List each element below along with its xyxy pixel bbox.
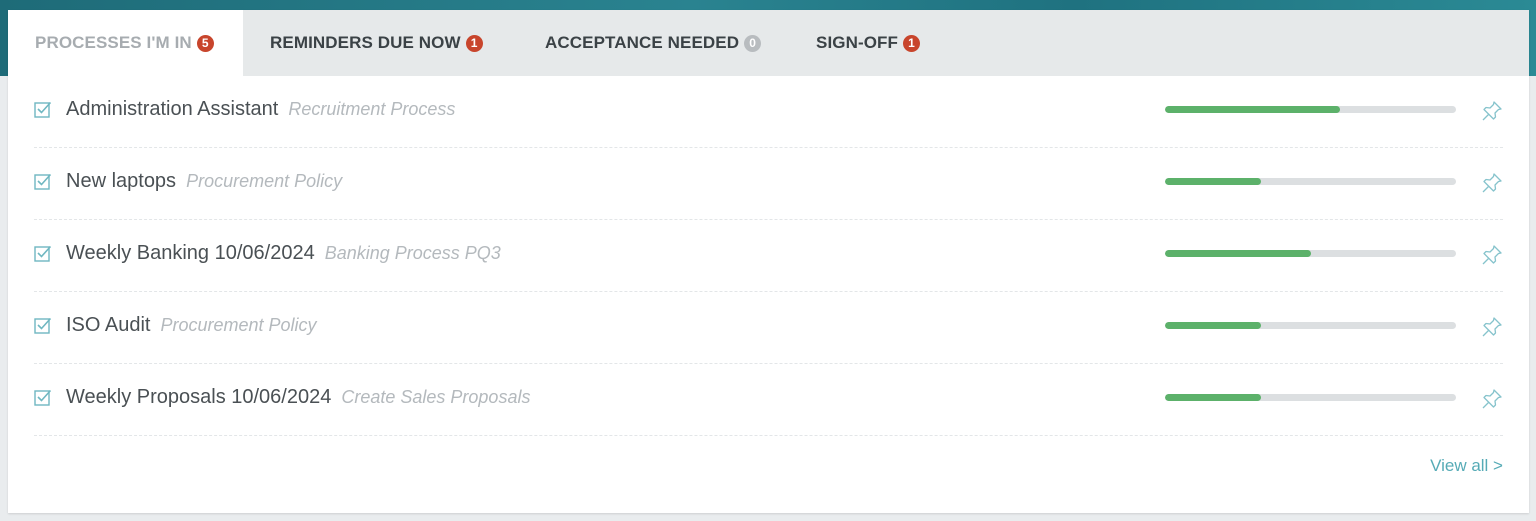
process-title: Weekly Proposals 10/06/2024 Create Sales …	[66, 386, 530, 409]
tab-reminders-due-now[interactable]: REMINDERS DUE NOW 1	[243, 10, 518, 76]
tab-label: REMINDERS DUE NOW	[270, 33, 461, 52]
tab-label: PROCESSES I'M IN	[35, 33, 192, 52]
process-name[interactable]: Weekly Banking 10/06/2024	[66, 242, 315, 264]
tab-processes-im-in[interactable]: PROCESSES I'M IN 5	[8, 10, 243, 76]
process-type: Procurement Policy	[160, 315, 317, 335]
progress-bar	[1165, 178, 1456, 185]
pin-icon[interactable]	[1481, 100, 1503, 122]
progress-bar	[1165, 322, 1456, 329]
view-all-link[interactable]: View all >	[1430, 456, 1503, 476]
list-item[interactable]: New laptops Procurement Policy	[34, 148, 1503, 220]
progress-bar	[1165, 106, 1456, 113]
checkbox-icon	[34, 245, 52, 262]
process-name[interactable]: ISO Audit	[66, 314, 151, 336]
tab-label: ACCEPTANCE NEEDED	[545, 33, 740, 52]
process-name[interactable]: Administration Assistant	[66, 98, 278, 120]
checkbox-icon	[34, 317, 52, 334]
tab-sign-off[interactable]: SIGN-OFF 1	[789, 10, 949, 76]
checkbox-icon	[34, 389, 52, 406]
tab-acceptance-needed[interactable]: ACCEPTANCE NEEDED 0	[518, 10, 789, 76]
progress-bar	[1165, 250, 1456, 257]
process-type: Banking Process PQ3	[324, 243, 501, 263]
progress-fill	[1165, 250, 1311, 257]
list-item[interactable]: Weekly Proposals 10/06/2024 Create Sales …	[34, 364, 1503, 436]
progress-bar	[1165, 394, 1456, 401]
progress-fill	[1165, 178, 1262, 185]
count-badge: 5	[196, 34, 214, 52]
process-title: New laptops Procurement Policy	[66, 170, 342, 193]
tab-label: SIGN-OFF	[816, 33, 899, 52]
process-title: Weekly Banking 10/06/2024 Banking Process…	[66, 242, 501, 265]
progress-fill	[1165, 322, 1262, 329]
process-title: ISO Audit Procurement Policy	[66, 314, 317, 337]
process-type: Recruitment Process	[288, 99, 456, 119]
count-badge: 0	[744, 34, 762, 52]
pin-icon[interactable]	[1481, 388, 1503, 410]
checkbox-icon	[34, 173, 52, 190]
count-badge: 1	[465, 34, 483, 52]
process-type: Create Sales Proposals	[341, 387, 531, 407]
pin-icon[interactable]	[1481, 316, 1503, 338]
tab-bar: PROCESSES I'M IN 5 REMINDERS DUE NOW 1 A…	[8, 10, 1529, 76]
pin-icon[interactable]	[1481, 172, 1503, 194]
progress-fill	[1165, 394, 1262, 401]
list-item[interactable]: ISO Audit Procurement Policy	[34, 292, 1503, 364]
pin-icon[interactable]	[1481, 244, 1503, 266]
checkbox-icon	[34, 101, 52, 118]
list-item[interactable]: Weekly Banking 10/06/2024 Banking Process…	[34, 220, 1503, 292]
process-list: Administration Assistant Recruitment Proc…	[34, 76, 1503, 436]
progress-fill	[1165, 106, 1340, 113]
process-name[interactable]: New laptops	[66, 170, 176, 192]
process-type: Procurement Policy	[186, 171, 343, 191]
process-name[interactable]: Weekly Proposals 10/06/2024	[66, 386, 331, 408]
process-title: Administration Assistant Recruitment Proc…	[66, 98, 455, 121]
processes-panel: PROCESSES I'M IN 5 REMINDERS DUE NOW 1 A…	[8, 10, 1529, 513]
count-badge: 1	[903, 34, 921, 52]
list-item[interactable]: Administration Assistant Recruitment Proc…	[34, 76, 1503, 148]
tab-bar-spacer	[949, 10, 1529, 76]
